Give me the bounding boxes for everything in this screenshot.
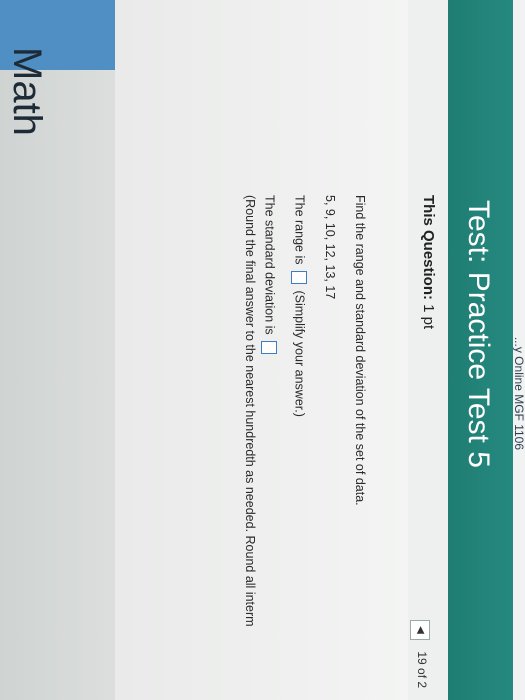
page-content: ...y Online MGF 1106 Test: Practice Test… — [115, 0, 525, 700]
question-label: This Question: 1 pt — [420, 195, 437, 329]
prev-question-button[interactable]: ◀ — [410, 620, 430, 640]
test-header: Test: Practice Test 5 — [448, 0, 513, 700]
sidebar-header: Math — [0, 0, 115, 136]
sidebar-title: Math — [5, 47, 49, 136]
question-prompt: Find the range and standard deviation of… — [353, 195, 367, 506]
range-prefix: The range is — [292, 195, 307, 265]
course-name: ...y Online MGF 1106 — [512, 336, 525, 450]
range-line: The range is (Simplify your answer.) — [291, 195, 307, 417]
sd-input[interactable] — [261, 341, 277, 355]
sd-prefix: The standard deviation is — [262, 195, 277, 335]
course-strip: ...y Online MGF 1106 — [512, 0, 525, 700]
sd-line: The standard deviation is — [261, 195, 277, 357]
question-nav: ◀ 19 of 2 — [410, 620, 430, 688]
range-hint: (Simplify your answer.) — [292, 290, 307, 417]
data-set: 5, 9, 10, 12, 13, 17 — [323, 195, 337, 300]
question-label-text: This Question: — [420, 195, 437, 300]
sd-hint: (Round the final answer to the nearest h… — [243, 195, 257, 627]
question-bar — [407, 0, 448, 700]
question-counter: 19 of 2 — [415, 651, 429, 689]
range-input[interactable] — [291, 270, 307, 284]
question-points: 1 pt — [420, 304, 437, 330]
test-title: Test: Practice Test 5 — [462, 200, 495, 468]
